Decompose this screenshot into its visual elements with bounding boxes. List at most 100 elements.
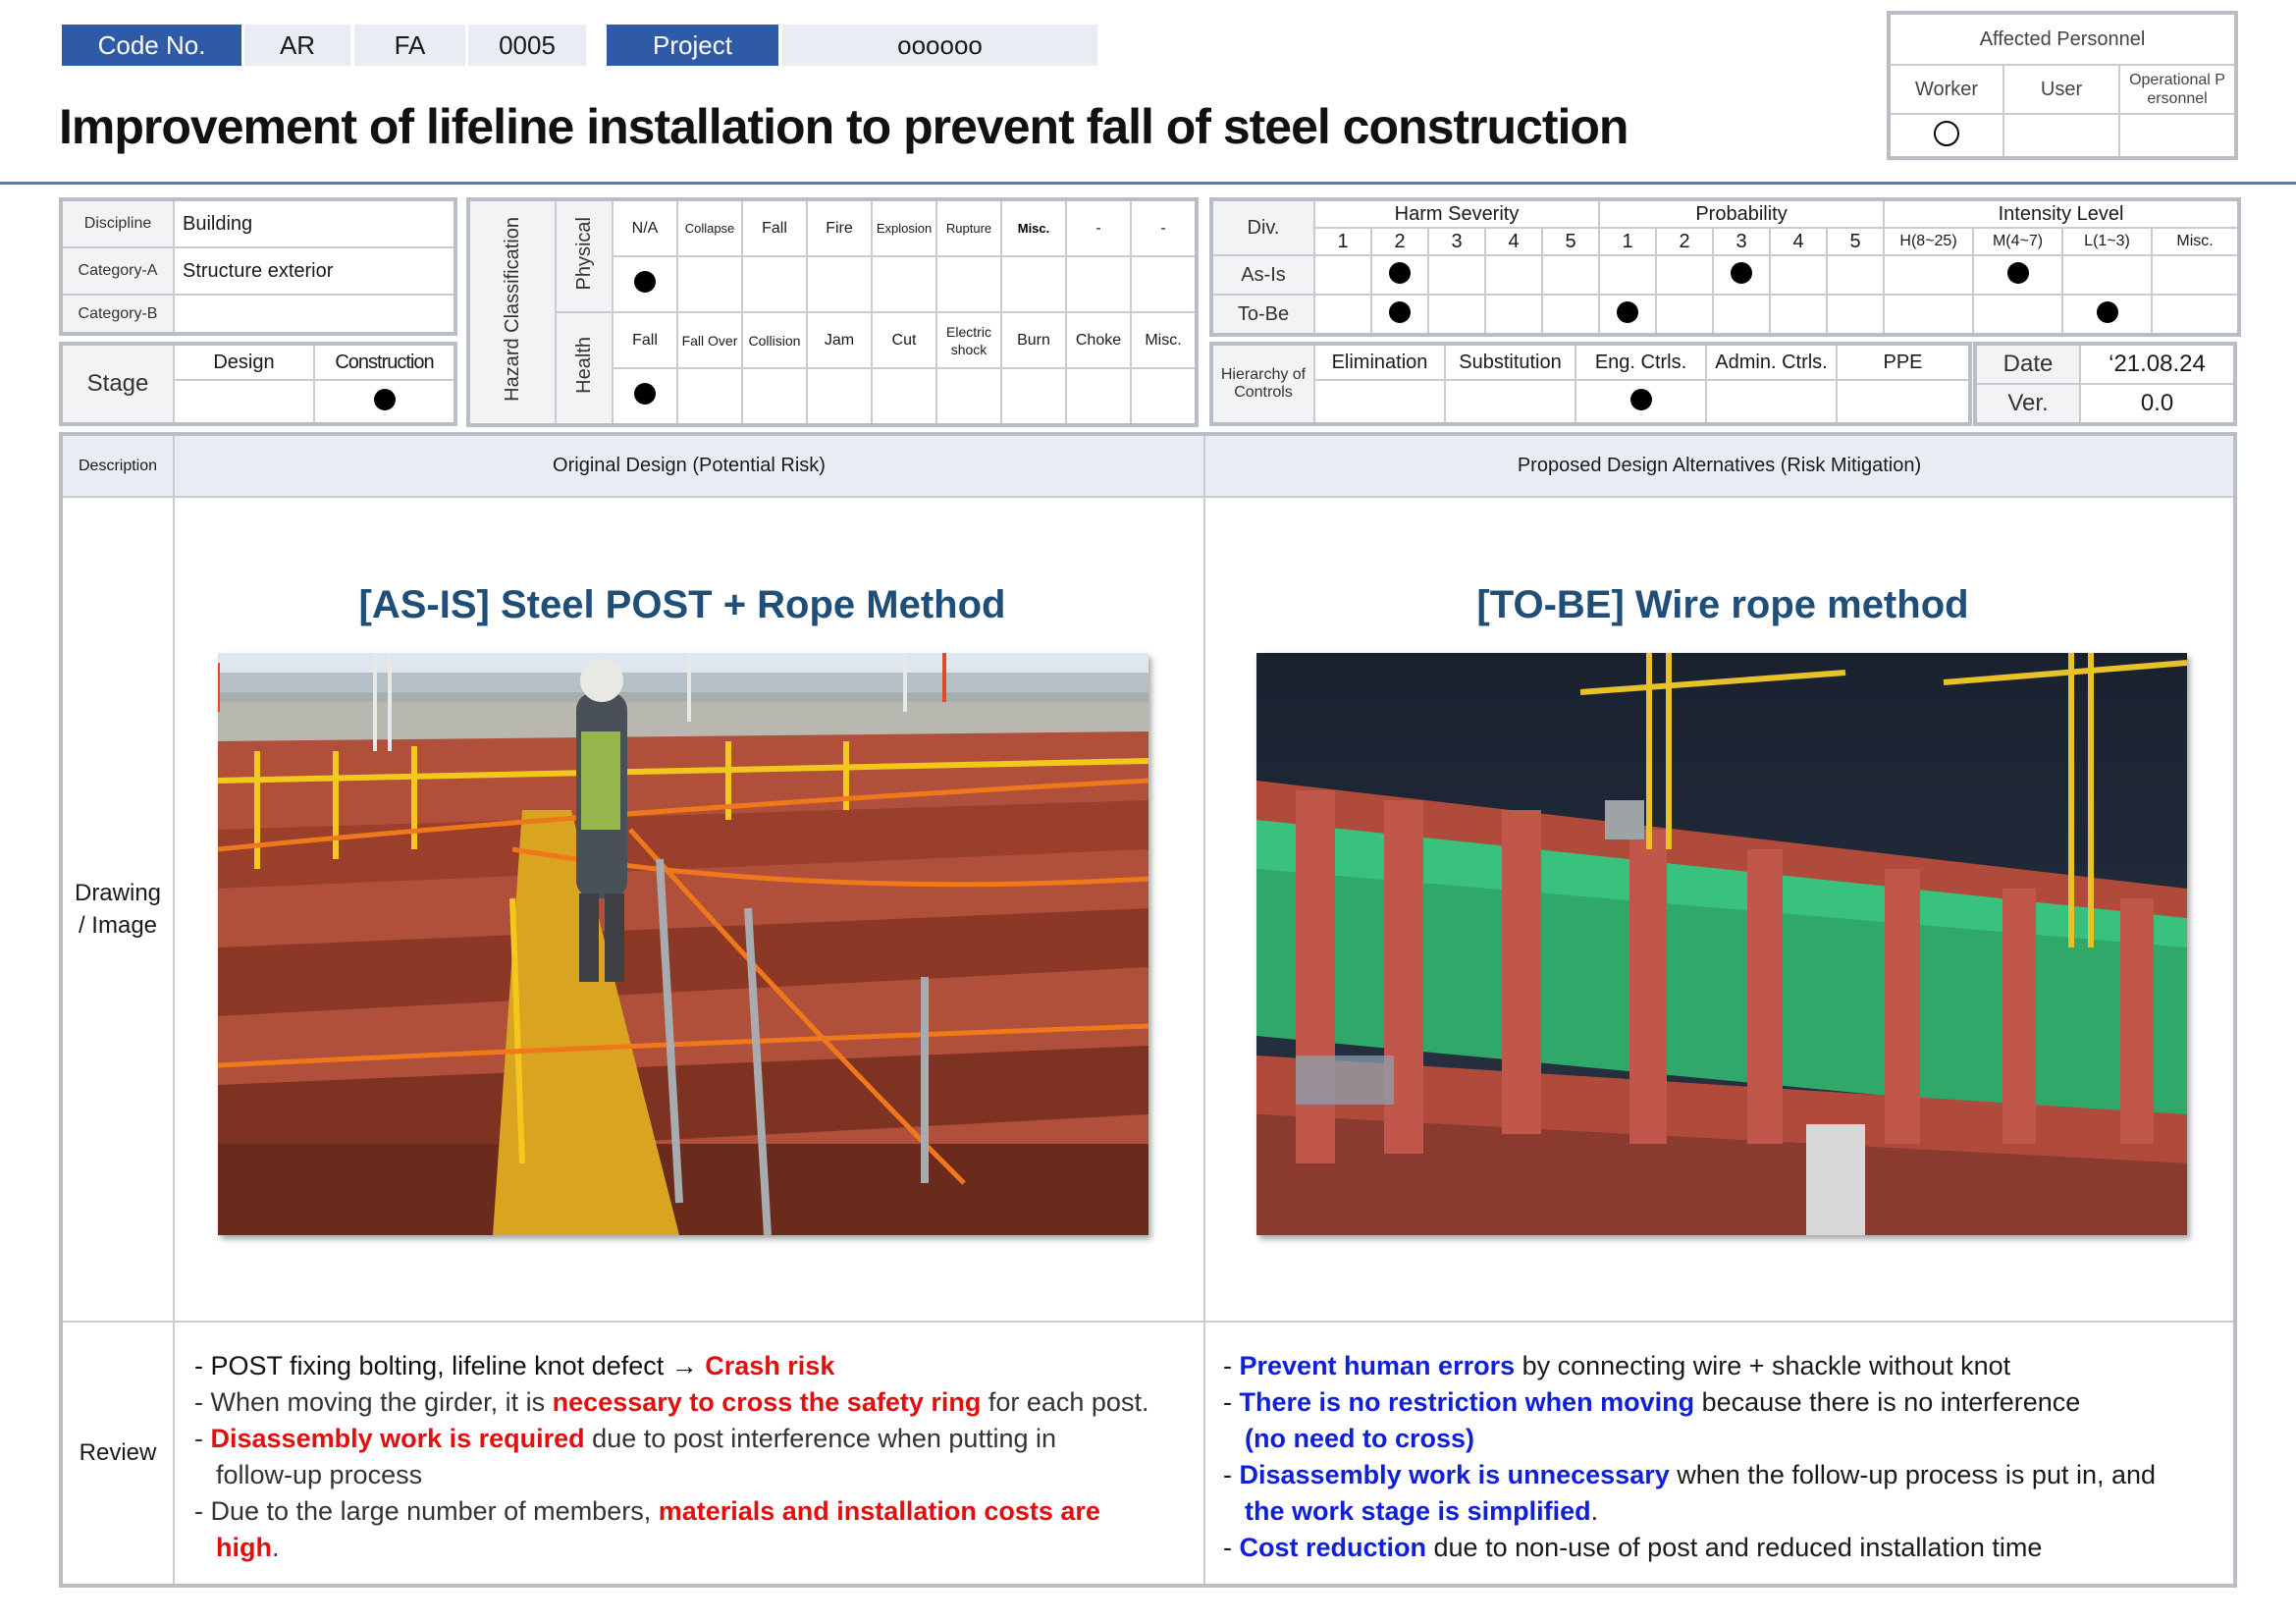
health-mark-2 [741, 367, 808, 425]
dot-mark-icon [634, 383, 656, 405]
wire-rope-image [1256, 653, 2187, 1235]
steel-post-rope-image [218, 653, 1148, 1235]
to-be-probability-2 [1655, 294, 1715, 335]
div-label: Div. [1211, 199, 1315, 256]
stage-table: Stage Design Construction [59, 342, 457, 426]
control-1: Substitution [1444, 344, 1576, 381]
health-mark-5 [935, 367, 1002, 425]
physical-item-2: Fall [741, 199, 808, 257]
dot-mark-icon [1389, 261, 1411, 284]
probability-scale-1: 1 [1598, 227, 1658, 256]
control-mark-0 [1313, 379, 1446, 424]
review-left-line-6-highlight: high [216, 1533, 272, 1562]
physical-mark-7 [1065, 255, 1132, 313]
intensity-col-0: H(8~25) [1883, 227, 1975, 256]
severity-scale-5: 5 [1540, 227, 1601, 256]
health-mark-7 [1065, 367, 1132, 425]
health-label: Health [555, 311, 614, 425]
project-value: oooooo [782, 25, 1097, 66]
harm-severity-header: Harm Severity [1312, 199, 1601, 229]
physical-mark-4 [871, 255, 937, 313]
control-3: Admin. Ctrls. [1705, 344, 1838, 381]
physical-item-0: N/A [612, 199, 678, 257]
to-be-photo [1256, 653, 2187, 1235]
as-is-severity-5 [1540, 254, 1601, 296]
as-is-severity-1 [1313, 254, 1372, 296]
category-a-label: Category-A [61, 246, 175, 297]
as-is-probability-4 [1769, 254, 1829, 296]
dot-mark-icon [2006, 261, 2029, 284]
review-right-line-5-end: . [1590, 1496, 1599, 1526]
to-be-title: [TO-BE] Wire rope method [1476, 583, 1969, 626]
to-be-intensity-3 [2151, 294, 2240, 335]
physical-item-4: Explosion [871, 199, 937, 257]
dot-mark-icon [634, 271, 656, 293]
control-mark-4 [1836, 379, 1970, 424]
health-mark-8 [1130, 367, 1197, 425]
probability-scale-4: 4 [1769, 227, 1829, 256]
control-0: Elimination [1313, 344, 1446, 381]
to-be-probability-5 [1826, 294, 1886, 335]
review-right-line-4: - [1223, 1460, 1240, 1489]
to-be-intensity-1 [1972, 294, 2064, 335]
worker-label: Worker [1889, 64, 2004, 115]
review-right-line-5-highlight: the work stage is simplified [1245, 1496, 1591, 1526]
physical-label-text: Physical [572, 216, 595, 291]
control-mark-3 [1705, 379, 1838, 424]
as-is-severity-3 [1427, 254, 1486, 296]
dot-mark-icon [1617, 300, 1639, 323]
as-is-probability-1 [1598, 254, 1658, 296]
physical-mark-5 [935, 255, 1002, 313]
user-label: User [2002, 64, 2120, 115]
review-left-line-3-highlight: Disassembly work is required [210, 1424, 585, 1453]
dot-mark-icon [1629, 388, 1652, 410]
stage-label: Stage [61, 344, 175, 424]
discipline-value: Building [173, 198, 455, 249]
physical-item-6: Misc. [1000, 199, 1067, 257]
original-design-header: Original Design (Potential Risk) [173, 434, 1205, 498]
review-left-line-5: - Due to the large number of members, [194, 1496, 659, 1526]
health-item-5: Electric shock [935, 311, 1002, 369]
review-left-line-3: - [194, 1424, 211, 1453]
as-is-title: [AS-IS] Steel POST + Rope Method [358, 583, 1006, 626]
health-item-4: Cut [871, 311, 937, 369]
probability-scale-2: 2 [1655, 227, 1715, 256]
to-be-probability-1 [1598, 294, 1658, 335]
review-left-line-1-highlight: Crash risk [705, 1351, 835, 1380]
physical-item-1: Collapse [676, 199, 743, 257]
as-is-severity-2 [1370, 254, 1429, 296]
review-left-line-4: follow-up process [216, 1460, 423, 1489]
review-right-line-1-end: by connecting wire + shackle without kno… [1515, 1351, 2011, 1380]
hazard-label-text: Hazard Classification [502, 217, 523, 402]
as-is-probability-3 [1712, 254, 1772, 296]
as-is-probability-5 [1826, 254, 1886, 296]
code-no-label: Code No. [62, 25, 241, 66]
physical-mark-8 [1130, 255, 1197, 313]
physical-item-5: Rupture [935, 199, 1002, 257]
review-label: Review [61, 1321, 175, 1586]
review-right-line-1: - [1223, 1351, 1240, 1380]
review-left-line-6-end: . [271, 1533, 280, 1562]
version-value: 0.0 [2079, 383, 2235, 424]
review-left-line-3-end: due to post interference when putting in [584, 1424, 1056, 1453]
severity-scale-2: 2 [1370, 227, 1429, 256]
health-item-1: Fall Over [676, 311, 743, 369]
code-segment-1: AR [244, 25, 350, 66]
risk-matrix-table: Div. Harm Severity Probability Intensity… [1208, 197, 2242, 337]
date-version-table: Date ‘21.08.24 Ver. 0.0 [1973, 342, 2237, 426]
physical-mark-1 [676, 255, 743, 313]
review-right-line-3-highlight: (no need to cross) [1245, 1424, 1475, 1453]
date-label: Date [1975, 344, 2081, 385]
health-item-7: Choke [1065, 311, 1132, 369]
discipline-table: Discipline Building Category-A Structure… [59, 197, 457, 336]
hazard-label: Hazard Classification [468, 199, 557, 425]
header-divider [0, 182, 2296, 185]
to-be-severity-3 [1427, 294, 1486, 335]
drawing-image-label: Drawing / Image [61, 496, 175, 1323]
control-4: PPE [1836, 344, 1970, 381]
hierarchy-of-controls-label: Hierarchy of Controls [1211, 344, 1315, 424]
project-label: Project [607, 25, 778, 66]
physical-item-7: - [1065, 199, 1132, 257]
review-left-line-5-highlight: materials and installation costs are [658, 1496, 1100, 1526]
review-right-line-6: - [1223, 1533, 1240, 1562]
